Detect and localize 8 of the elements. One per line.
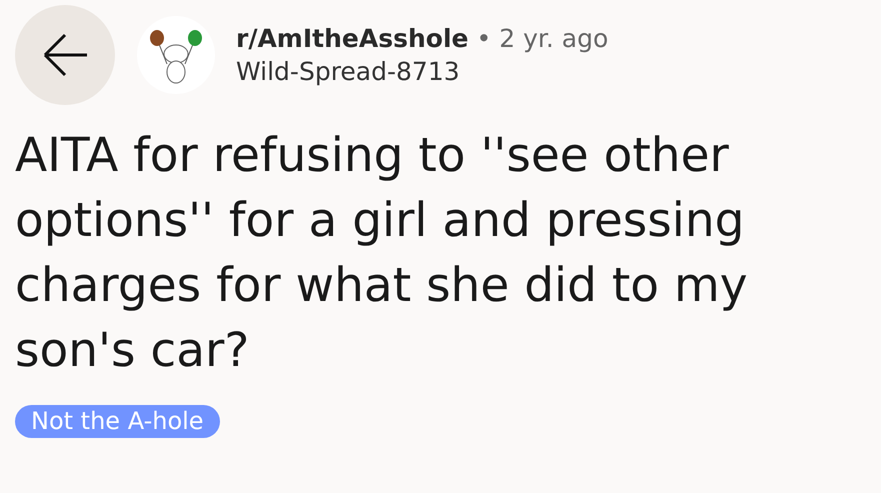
- post-time: 2 yr. ago: [499, 24, 608, 53]
- subreddit-link[interactable]: r/AmItheAsshole: [236, 24, 468, 53]
- post-flair: Not the A-hole: [15, 405, 220, 438]
- back-arrow-icon: [41, 31, 89, 79]
- avatar-icon: [137, 16, 215, 94]
- separator-dot: •: [476, 24, 492, 53]
- post-title: AITA for refusing to ''see other options'' for a girl and pressing charges for what she did to my son's car?: [15, 127, 749, 380]
- author-name[interactable]: Wild-Spread-8713: [236, 57, 608, 86]
